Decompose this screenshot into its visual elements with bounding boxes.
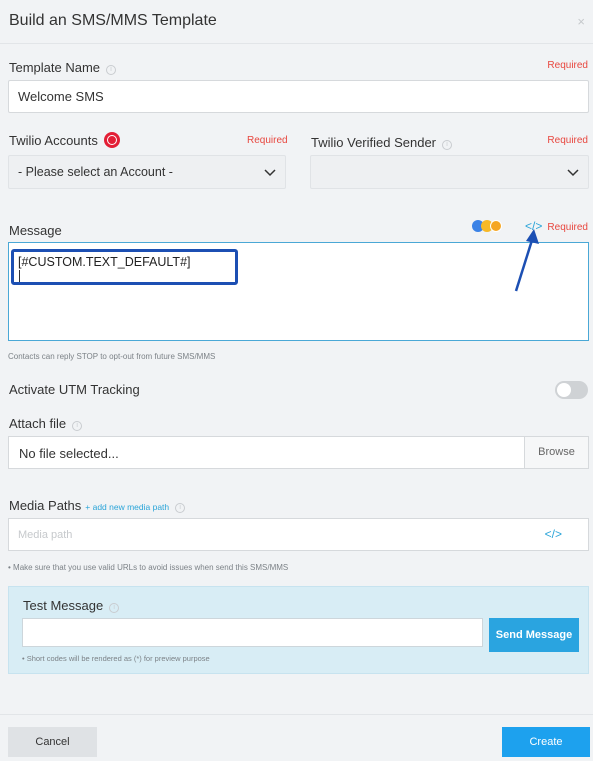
media-paths-label: Media Paths + add new media path i: [9, 498, 186, 513]
template-name-required: Required: [547, 60, 588, 71]
verified-sender-label: Twilio Verified Sender i: [311, 135, 453, 150]
cancel-button[interactable]: Cancel: [8, 727, 97, 757]
close-icon[interactable]: ×: [577, 14, 585, 29]
media-path-placeholder: Media path: [18, 529, 73, 541]
test-message-label: Test Message i: [23, 598, 120, 613]
message-required: Required: [547, 222, 588, 233]
dialog-header: Build an SMS/MMS Template ×: [0, 0, 593, 44]
twilio-accounts-selected: - Please select an Account -: [18, 165, 173, 179]
test-message-input[interactable]: [22, 618, 483, 647]
info-icon: i: [175, 503, 186, 513]
dialog-title: Build an SMS/MMS Template: [9, 12, 217, 29]
media-path-input[interactable]: Media path </>: [8, 518, 589, 551]
attach-file-label: Attach file i: [9, 416, 83, 431]
template-name-input[interactable]: Welcome SMS: [8, 80, 589, 113]
attach-file-value: No file selected...: [19, 446, 119, 461]
text-caret: [19, 270, 20, 282]
code-icon[interactable]: </>: [545, 527, 562, 541]
message-hint: Contacts can reply STOP to opt-out from …: [8, 352, 216, 361]
verified-sender-select[interactable]: [310, 155, 589, 189]
annotation-arrow-icon: [514, 229, 539, 292]
media-paths-hint: • Make sure that you use valid URLs to a…: [8, 563, 289, 572]
dialog-footer: Cancel Create: [0, 714, 593, 761]
utm-toggle[interactable]: [555, 381, 588, 399]
send-message-button[interactable]: Send Message: [489, 618, 579, 652]
test-message-hint: • Short codes will be rendered as (*) fo…: [22, 654, 210, 663]
browse-button[interactable]: Browse: [524, 437, 588, 468]
twilio-logo-icon: [103, 132, 120, 148]
info-icon: i: [72, 421, 83, 431]
chevron-down-icon: [567, 169, 579, 177]
add-media-path-link[interactable]: + add new media path: [85, 502, 169, 512]
info-icon: i: [109, 603, 120, 613]
template-name-value: Welcome SMS: [18, 89, 104, 104]
message-value: [#CUSTOM.TEXT_DEFAULT#]: [18, 255, 191, 269]
info-icon: i: [442, 140, 453, 150]
verified-sender-required: Required: [547, 135, 588, 146]
message-label: Message: [9, 223, 62, 238]
chevron-down-icon: [264, 169, 276, 177]
twilio-accounts-required: Required: [247, 135, 288, 146]
twilio-accounts-select[interactable]: - Please select an Account -: [8, 155, 286, 189]
twilio-accounts-label: Twilio Accounts: [9, 132, 120, 148]
template-name-label: Template Name i: [9, 60, 117, 75]
attach-file-input[interactable]: No file selected... Browse: [8, 436, 589, 469]
toggle-knob: [557, 383, 571, 397]
info-icon: i: [106, 65, 117, 75]
test-message-panel: Test Message i Send Message • Short codes…: [8, 586, 589, 674]
utm-label: Activate UTM Tracking: [9, 382, 140, 397]
sms-template-dialog: Build an SMS/MMS Template × Template Nam…: [0, 0, 593, 761]
create-button[interactable]: Create: [502, 727, 590, 757]
